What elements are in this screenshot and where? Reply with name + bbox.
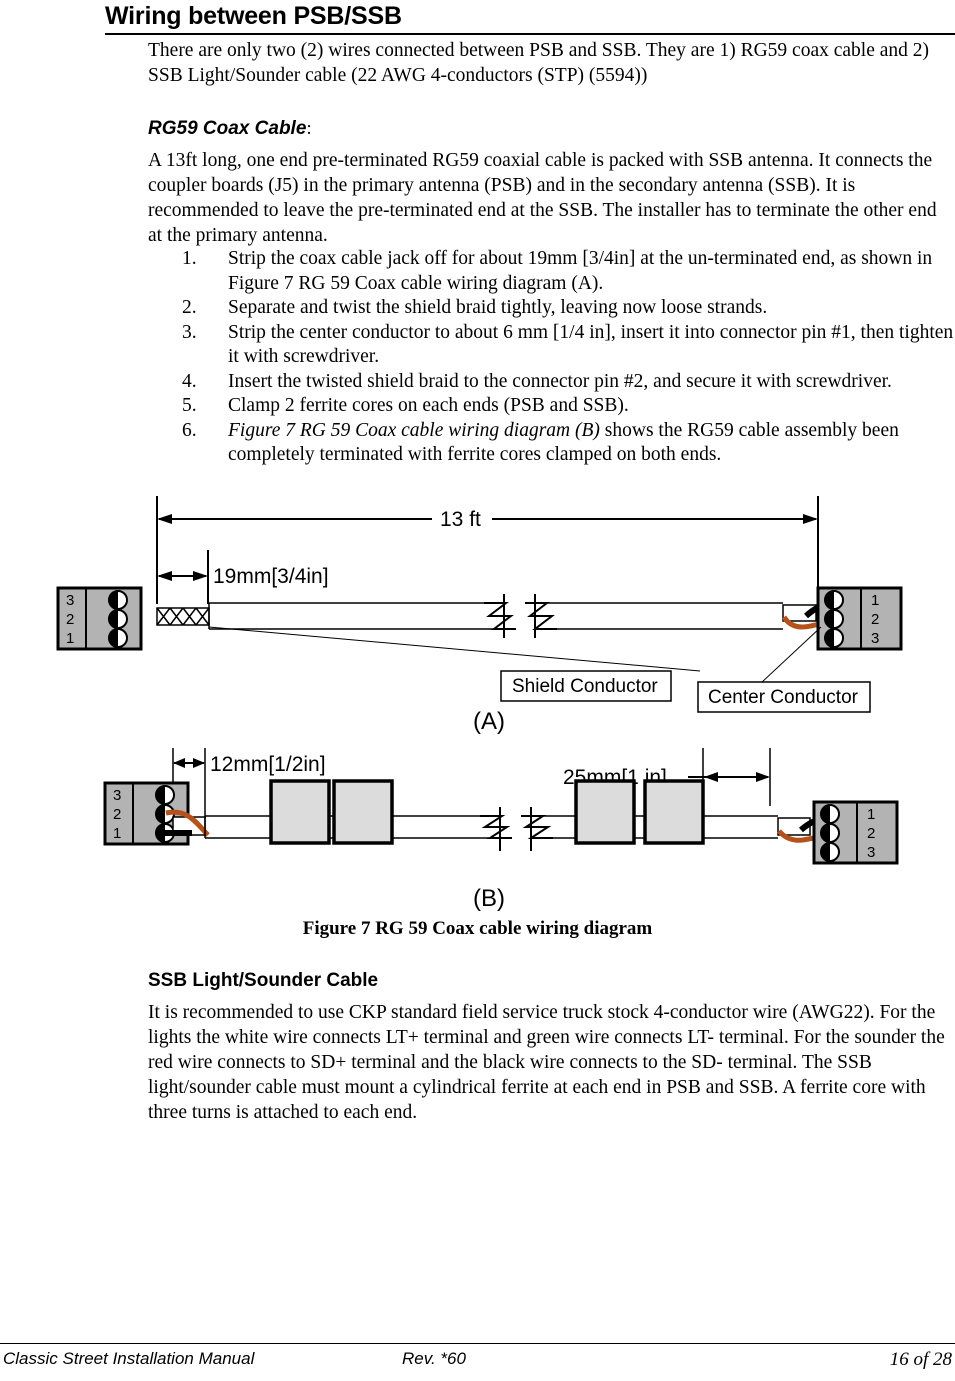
dim-label-total-length: 13 ft [440,508,481,531]
page-title: Wiring between PSB/SSB [105,2,402,30]
figure-caption: Figure 7 RG 59 Coax cable wiring diagram [302,918,653,939]
rg59-section-heading-text: RG59 Coax Cable [148,118,307,139]
cable-break-symbol-b [480,807,553,851]
coax-cable-jacket-b-left [204,815,271,839]
footer-page-number: 16 of 28 [889,1349,952,1370]
list-item-text: Strip the center conductor to about 6 mm… [228,321,954,368]
list-item: 1. Strip the coax cable jack off for abo… [182,247,954,296]
rg59-heading-colon: : [306,118,312,139]
callout-shield-label: Shield Conductor [512,676,658,697]
list-item: 4. Insert the twisted shield braid to th… [182,370,954,395]
ssb-body-paragraph: It is recommended to use CKP standard fi… [148,1002,945,1123]
list-item-text: Separate and twist the shield braid tigh… [228,297,768,318]
arrow-right-icon [193,758,205,768]
list-item: 2. Separate and twist the shield braid t… [182,296,954,321]
list-item-text: Clamp 2 ferrite cores on each ends (PSB … [228,395,629,416]
arrow-left-icon [173,758,185,768]
list-item: 5. Clamp 2 ferrite cores on each ends (P… [182,394,954,419]
rg59-step-list: 1. Strip the coax cable jack off for abo… [182,247,954,468]
ssb-section-heading: SSB Light/Sounder Cable [148,970,379,991]
title-divider [105,33,955,35]
callout-leader-center [761,626,822,683]
shield-braid-graphic [156,607,210,626]
list-item-text: Strip the coax cable jack off for about … [228,248,933,294]
pin-label: 1 [66,630,74,647]
ferrite-core [269,779,331,845]
footer-manual-title: Classic Street Installation Manual [3,1349,255,1368]
pin-label: 1 [871,592,879,609]
list-item: 6. Figure 7 RG 59 Coax cable wiring diag… [182,419,954,468]
rg59-body-paragraph: A 13ft long, one end pre-terminated RG59… [148,150,937,246]
intro-paragraph: There are only two (2) wires connected b… [148,40,930,86]
pin-label: 3 [867,844,875,861]
list-item-number: 6. [182,419,197,441]
footer-revision: Rev. *60 [402,1349,466,1368]
list-item-number: 4. [182,370,197,392]
connector-block-left-a: 3 2 1 [56,586,143,651]
callout-shield-conductor: Shield Conductor [500,670,672,702]
pin-label: 1 [867,806,875,823]
screw-terminal-icon [108,590,128,610]
callout-leader-shield [208,626,701,672]
rg59-section-heading: RG59 Coax Cable: [148,118,312,140]
arrow-right-icon [193,571,208,581]
pin-label: 3 [871,630,879,647]
ferrite-core [574,779,636,845]
list-item-number: 5. [182,395,197,416]
list-item-text: Insert the twisted shield braid to the c… [228,370,892,392]
screw-terminal-icon [820,804,840,824]
arrow-right-icon [756,772,770,782]
pin-label: 2 [113,806,121,823]
connector-block-right-b: 1 2 3 [812,800,899,865]
screw-terminal-icon [824,590,844,610]
list-item: 3. Strip the center conductor to about 6… [182,321,954,370]
document-page: Wiring between PSB/SSB There are only tw… [0,0,955,1381]
ferrite-core [332,779,394,845]
pin-label: 2 [66,611,74,628]
callout-center-conductor: Center Conductor [697,681,871,713]
screw-terminal-icon [820,842,840,862]
list-item-number: 2. [182,297,197,318]
screw-terminal-icon [824,628,844,648]
pin-label: 3 [66,592,74,609]
figure-rg59-wiring-diagram: 13 ft 19mm[3/4in] 3 2 1 1 2 3 Shield Con… [0,486,955,936]
arrow-left-icon [157,514,172,524]
screw-terminal-icon [108,628,128,648]
screw-terminal-icon [108,609,128,629]
screw-terminal-icon [820,823,840,843]
list-item-figure-reference: Figure 7 RG 59 Coax cable wiring diagram… [228,419,600,441]
panel-b-label: (B) [473,885,505,912]
callout-center-label: Center Conductor [708,687,859,708]
pin-label: 2 [867,825,875,842]
coax-cable-jacket-b-end [703,815,778,839]
arrow-right-icon [803,514,818,524]
dim-label-strip-length: 19mm[3/4in] [213,565,329,588]
cable-break-symbol-a [484,594,557,638]
pin-label: 3 [113,787,121,804]
panel-a-label: (A) [473,708,505,735]
list-item-number: 3. [182,321,197,343]
list-item-number: 1. [182,248,197,269]
pin-label: 2 [871,611,879,628]
connector-block-right-a: 1 2 3 [816,586,903,651]
screw-terminal-icon [824,609,844,629]
screw-terminal-icon [155,785,175,805]
arrow-left-icon [704,772,718,782]
arrow-left-icon [157,571,172,581]
footer-divider [0,1343,955,1344]
dim-label-12mm: 12mm[1/2in] [210,753,326,776]
ferrite-core [643,779,705,845]
pin-label: 1 [113,825,121,842]
